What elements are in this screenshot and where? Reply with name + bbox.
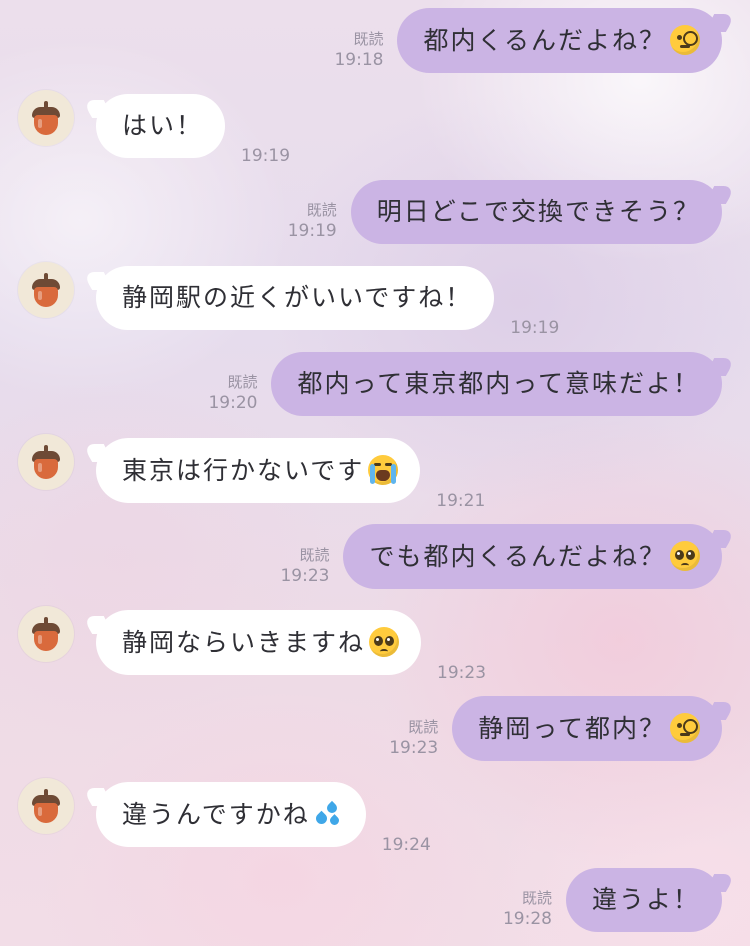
sweat-droplets-icon bbox=[313, 799, 344, 829]
avatar[interactable] bbox=[18, 606, 74, 662]
message-received: 静岡ならいきますね 19:23 bbox=[0, 606, 750, 683]
acorn-icon bbox=[32, 617, 60, 651]
read-receipt: 既読 bbox=[306, 201, 337, 219]
message-time: 19:24 bbox=[381, 835, 431, 855]
message-text: 違うよ！ bbox=[591, 885, 700, 914]
avatar[interactable] bbox=[18, 434, 74, 490]
message-text: はい！ bbox=[122, 111, 204, 140]
message-received: はい！ 19:19 bbox=[0, 90, 750, 166]
message-bubble[interactable]: 静岡ならいきますね bbox=[96, 610, 422, 675]
message-text: 東京は行かないです bbox=[122, 456, 365, 485]
message-bubble[interactable]: 都内って東京都内って意味だよ！ bbox=[271, 352, 722, 416]
message-received: 静岡駅の近くがいいですね！ 19:19 bbox=[0, 262, 750, 338]
message-time: 19:18 bbox=[334, 50, 384, 70]
message-bubble[interactable]: 違うよ！ bbox=[565, 868, 722, 932]
message-sent: 既読 19:23 でも都内くるんだよね？ bbox=[0, 524, 750, 589]
message-time: 19:23 bbox=[280, 566, 330, 586]
read-receipt: 既読 bbox=[227, 373, 258, 391]
message-text: 静岡ならいきますね bbox=[122, 628, 366, 657]
avatar[interactable] bbox=[18, 262, 74, 318]
message-text: 都内くるんだよね？ bbox=[423, 26, 666, 55]
message-time: 19:20 bbox=[208, 393, 258, 413]
message-text: 静岡って都内？ bbox=[478, 714, 666, 743]
message-time: 19:28 bbox=[502, 909, 552, 929]
message-text: 静岡駅の近くがいいですね！ bbox=[122, 283, 473, 312]
message-text: でも都内くるんだよね？ bbox=[369, 542, 666, 571]
message-bubble[interactable]: 都内くるんだよね？ bbox=[397, 8, 722, 73]
acorn-icon bbox=[32, 101, 60, 135]
message-bubble[interactable]: 東京は行かないです bbox=[96, 438, 421, 503]
message-meta: 既読 19:18 bbox=[334, 29, 383, 71]
acorn-icon bbox=[32, 273, 60, 307]
message-meta: 既読 19:28 bbox=[503, 888, 552, 930]
message-bubble[interactable]: 静岡駅の近くがいいですね！ bbox=[96, 266, 495, 330]
message-time: 19:21 bbox=[436, 491, 486, 511]
message-bubble[interactable]: 静岡って都内？ bbox=[452, 696, 722, 761]
message-sent: 既読 19:19 明日どこで交換できそう？ bbox=[0, 180, 750, 244]
message-received: 違うんですかね 19:24 bbox=[0, 778, 750, 855]
message-meta: 既読 19:23 bbox=[389, 717, 438, 759]
message-meta: 既読 19:23 bbox=[280, 545, 329, 587]
read-receipt: 既読 bbox=[353, 30, 384, 48]
message-bubble[interactable]: でも都内くるんだよね？ bbox=[343, 524, 722, 589]
avatar[interactable] bbox=[18, 778, 74, 834]
avatar[interactable] bbox=[18, 90, 74, 146]
message-received: 東京は行かないです 19:21 bbox=[0, 434, 750, 511]
message-sent: 既読 19:18 都内くるんだよね？ bbox=[0, 8, 750, 73]
message-bubble[interactable]: 明日どこで交換できそう？ bbox=[350, 180, 722, 244]
pleading-face-icon bbox=[369, 627, 400, 657]
read-receipt: 既読 bbox=[299, 546, 330, 564]
monocle-face-icon bbox=[670, 713, 700, 743]
message-time: 19:23 bbox=[389, 738, 439, 758]
monocle-face-icon bbox=[670, 25, 700, 55]
message-sent: 既読 19:28 違うよ！ bbox=[0, 868, 750, 932]
message-time: 19:23 bbox=[437, 663, 487, 683]
message-text: 違うんですかね bbox=[122, 800, 310, 829]
message-time: 19:19 bbox=[287, 221, 337, 241]
acorn-icon bbox=[32, 445, 60, 479]
message-sent: 既読 19:23 静岡って都内？ bbox=[0, 696, 750, 761]
chat-thread: 既読 19:18 都内くるんだよね？ はい！ 19:19 既読 19:19 明日… bbox=[0, 0, 750, 946]
message-meta: 既読 19:19 bbox=[288, 200, 337, 242]
acorn-icon bbox=[32, 789, 60, 823]
message-bubble[interactable]: はい！ bbox=[96, 94, 226, 158]
message-sent: 既読 19:20 都内って東京都内って意味だよ！ bbox=[0, 352, 750, 416]
message-time: 19:19 bbox=[241, 146, 291, 166]
message-time: 19:19 bbox=[510, 318, 560, 338]
read-receipt: 既読 bbox=[408, 718, 439, 736]
message-text: 明日どこで交換できそう？ bbox=[376, 197, 700, 226]
pleading-face-icon bbox=[670, 541, 700, 571]
message-bubble[interactable]: 違うんですかね bbox=[96, 782, 366, 847]
loudly-crying-face-icon bbox=[368, 455, 399, 485]
message-meta: 既読 19:20 bbox=[208, 372, 257, 414]
message-text: 都内って東京都内って意味だよ！ bbox=[297, 369, 700, 398]
read-receipt: 既読 bbox=[521, 889, 552, 907]
